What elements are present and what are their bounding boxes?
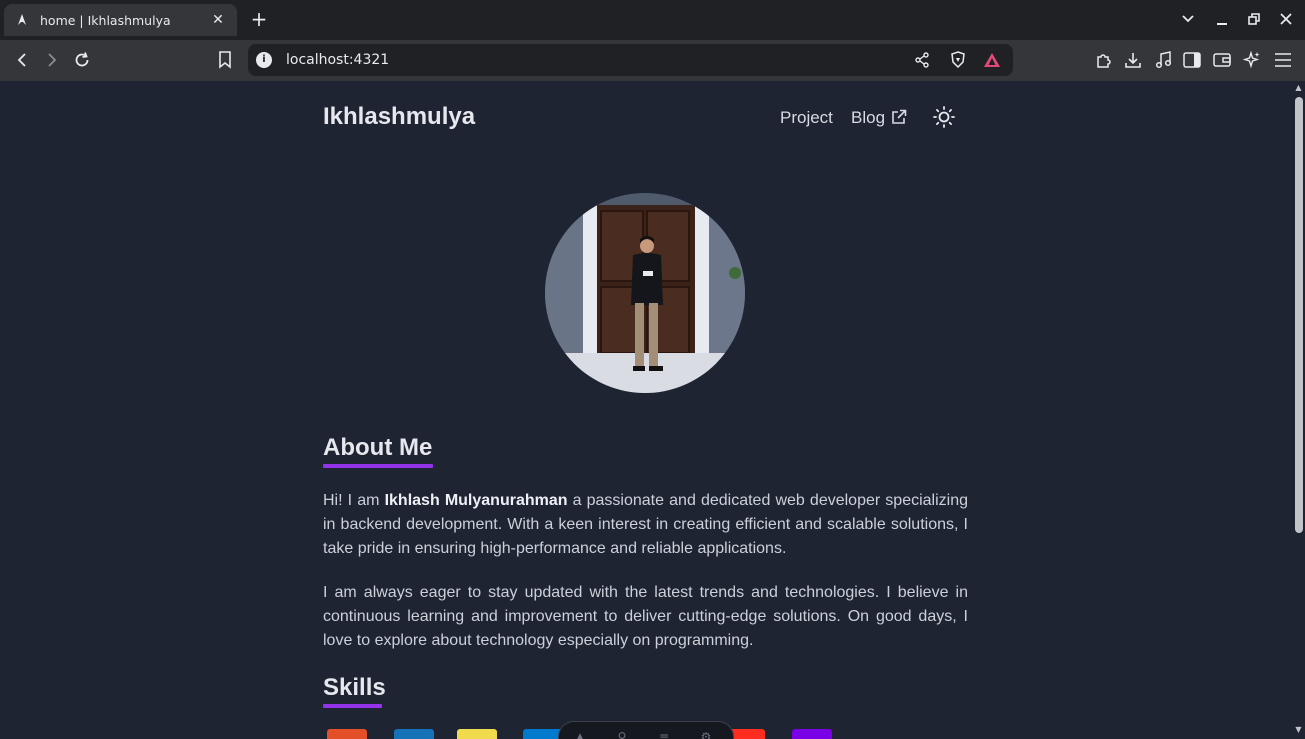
reload-icon[interactable]	[70, 48, 94, 72]
page-scrollbar[interactable]: ▲ ▼	[1292, 81, 1305, 739]
html-icon	[327, 729, 367, 739]
theme-toggle-sun-icon[interactable]	[932, 105, 956, 129]
site-info-icon[interactable]: i	[256, 52, 272, 68]
bookmark-icon[interactable]	[213, 48, 237, 72]
site-logo[interactable]: Ikhlashmulya	[323, 103, 475, 131]
forward-icon[interactable]	[40, 48, 64, 72]
leo-ai-icon[interactable]	[1240, 48, 1264, 72]
browser-toolbar: i localhost:4321	[0, 40, 1305, 81]
nav-link-blog-label: Blog	[851, 108, 886, 127]
about-heading-underline	[323, 464, 433, 468]
tab-close-icon[interactable]: ✕	[209, 12, 227, 28]
scrollbar-thumb[interactable]	[1295, 97, 1303, 533]
restore-icon[interactable]	[1243, 8, 1265, 30]
sidebar-icon[interactable]	[1180, 48, 1204, 72]
web-page: Ikhlashmulya Project Blog About Me Hi! I…	[0, 81, 1292, 739]
scroll-down-icon[interactable]: ▼	[1294, 726, 1303, 734]
about-paragraph-1: Hi! I am Ikhlash Mulyanurahman a passion…	[323, 489, 968, 561]
back-icon[interactable]	[10, 48, 34, 72]
url-text: localhost:4321	[286, 52, 390, 68]
skills-heading-underline	[323, 704, 382, 708]
menu-icon[interactable]	[1271, 48, 1295, 72]
inspect-icon[interactable]: ⚲	[615, 730, 629, 739]
about-intro-text: Hi! I am	[323, 492, 385, 509]
browser-tab[interactable]: home | Ikhlashmulya ✕	[4, 4, 237, 36]
css-icon	[394, 729, 434, 739]
new-tab-button[interactable]: +	[248, 8, 270, 30]
share-icon[interactable]	[912, 50, 932, 70]
settings-gear-icon[interactable]: ⚙	[699, 730, 713, 739]
audit-icon[interactable]: ≡	[657, 730, 671, 739]
browser-tab-bar: home | Ikhlashmulya ✕ +	[0, 0, 1305, 40]
tab-search-icon[interactable]	[1177, 8, 1199, 30]
about-heading: About Me	[323, 434, 433, 461]
close-window-icon[interactable]	[1275, 8, 1297, 30]
typescript-icon	[523, 729, 563, 739]
scroll-up-icon[interactable]: ▲	[1294, 84, 1303, 92]
nav-link-blog[interactable]: Blog	[851, 108, 885, 128]
extensions-icon[interactable]	[1092, 48, 1116, 72]
about-paragraph-2: I am always eager to stay updated with t…	[323, 584, 968, 649]
address-bar[interactable]: i localhost:4321	[248, 44, 1013, 76]
download-icon[interactable]	[1121, 48, 1145, 72]
astro-favicon-icon	[14, 12, 30, 28]
astro-menu-icon[interactable]: ▲	[573, 730, 587, 739]
wallet-icon[interactable]	[1210, 48, 1234, 72]
brave-shields-icon[interactable]	[948, 50, 968, 70]
external-link-icon	[891, 109, 907, 125]
minimize-icon[interactable]	[1211, 8, 1233, 30]
dev-toolbar[interactable]: ▲ ⚲ ≡ ⚙	[558, 721, 734, 739]
media-icon[interactable]	[1151, 48, 1175, 72]
about-full-name: Ikhlash Mulyanurahman	[384, 492, 568, 509]
brave-rewards-icon[interactable]	[982, 50, 1002, 70]
tab-title: home | Ikhlashmulya	[40, 12, 171, 28]
javascript-icon	[457, 729, 497, 739]
skills-heading: Skills	[323, 674, 386, 701]
php-icon	[792, 729, 832, 739]
profile-photo	[545, 193, 745, 393]
nav-link-project[interactable]: Project	[780, 108, 833, 128]
